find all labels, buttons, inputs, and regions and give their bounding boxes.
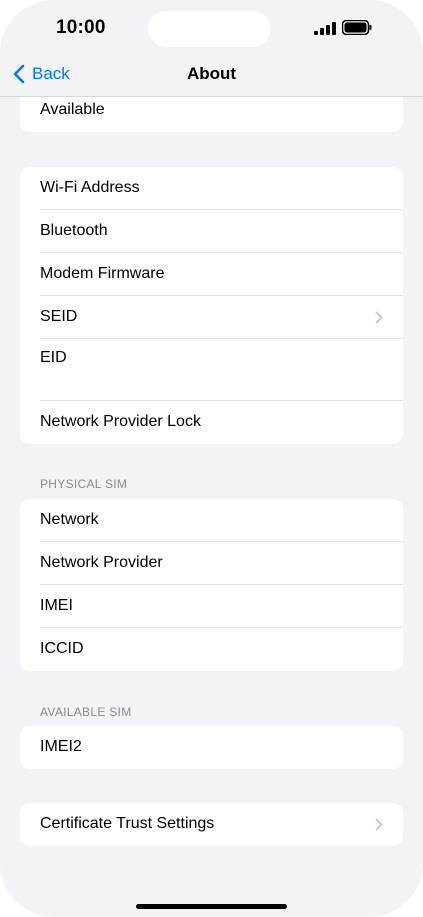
dynamic-island (148, 11, 271, 47)
row-label: SEID (40, 308, 78, 325)
group-certificate: Certificate Trust Settings (20, 803, 403, 846)
chevron-right-icon (375, 818, 383, 831)
row-label: IMEI (40, 597, 73, 614)
status-bar: 10:00 (0, 0, 423, 54)
row-imei2: IMEI2 (20, 726, 403, 769)
row-label: Certificate Trust Settings (40, 815, 215, 832)
row-label: ICCID (40, 640, 84, 657)
row-label: Network Provider (40, 554, 163, 571)
cellular-signal-icon (314, 22, 336, 35)
row-available: Available (20, 97, 403, 132)
row-seid[interactable]: SEID (20, 296, 403, 339)
battery-icon (342, 20, 372, 35)
row-network: Network (20, 499, 403, 542)
group-network-info: Wi-Fi Address Bluetooth Modem Firmware S… (20, 167, 403, 444)
row-label: Bluetooth (40, 222, 108, 239)
page-title: About (186, 64, 237, 83)
row-label: Wi-Fi Address (40, 179, 140, 196)
navigation-bar: Back About (0, 54, 423, 97)
status-time: 10:00 (56, 17, 106, 38)
row-modem-firmware: Modem Firmware (20, 253, 403, 296)
section-header-physical-sim: PHYSICAL SIM (40, 477, 128, 491)
home-indicator[interactable] (136, 904, 287, 909)
group-available: Available (20, 97, 403, 132)
row-imei: IMEI (20, 585, 403, 628)
row-label: Available (40, 101, 105, 118)
row-label: Network Provider Lock (40, 413, 201, 430)
row-network-provider-lock: Network Provider Lock (20, 401, 403, 444)
chevron-right-icon (375, 311, 383, 324)
phone-screen: 10:00 Back About Available Wi-Fi Address… (0, 0, 423, 917)
group-available-sim: IMEI2 (20, 726, 403, 769)
row-wifi-address: Wi-Fi Address (20, 167, 403, 210)
row-eid: EID (20, 339, 403, 401)
row-label: IMEI2 (40, 738, 82, 755)
row-iccid: ICCID (20, 628, 403, 671)
section-header-available-sim: AVAILABLE SIM (40, 705, 132, 719)
row-network-provider: Network Provider (20, 542, 403, 585)
group-physical-sim: Network Network Provider IMEI ICCID (20, 499, 403, 671)
row-certificate-trust-settings[interactable]: Certificate Trust Settings (20, 803, 403, 846)
settings-list[interactable]: Available Wi-Fi Address Bluetooth Modem … (0, 97, 423, 917)
row-bluetooth: Bluetooth (20, 210, 403, 253)
row-label: Modem Firmware (40, 265, 165, 282)
row-label: Network (40, 511, 99, 528)
row-label: EID (40, 349, 67, 366)
